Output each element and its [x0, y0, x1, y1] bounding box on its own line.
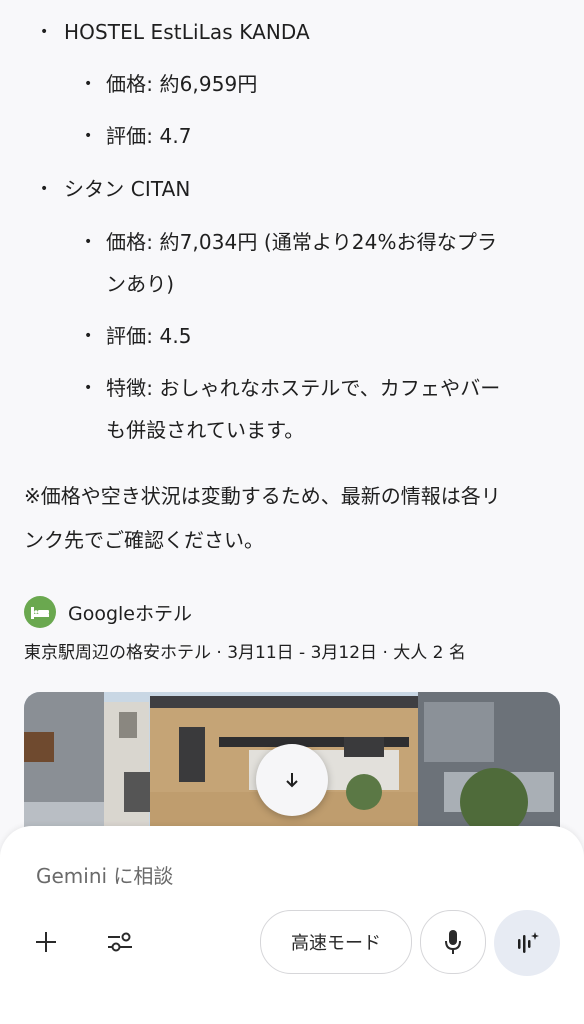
gemini-chat-screen: • HOSTEL EstLiLas KANDA • 価格: 約6,959円 • …: [0, 0, 584, 1024]
hostel-price: 価格: 約6,959円: [106, 72, 258, 96]
note-line2: ンク先でご確認ください。: [24, 528, 264, 552]
mode-label: 高速モード: [291, 933, 381, 954]
google-hotels-logo-icon: [24, 596, 56, 628]
google-hotels-title: Googleホテル: [68, 602, 193, 625]
tools-icon: [108, 932, 132, 952]
mic-icon: [445, 930, 461, 954]
hostel-name: シタン CITAN: [64, 177, 191, 201]
hostel-rating: 評価: 4.7: [106, 124, 192, 148]
hostel-rating: 評価: 4.5: [106, 324, 192, 348]
hostel-price-line1: 価格: 約7,034円 (通常より24%お得なプラ: [106, 230, 498, 254]
bullet: •: [40, 24, 49, 40]
bullet: •: [84, 380, 93, 396]
google-hotels-subtitle: 東京駅周辺の格安ホテル · 3月11日 - 3月12日 · 大人 2 名: [24, 643, 466, 663]
disclaimer-note: ※価格や空き状況は変動するため、最新の情報は各リ ンク先でご確認ください。: [24, 474, 564, 562]
composer-panel: Gemini に相談 高速モード: [0, 826, 584, 1024]
mic-button[interactable]: [420, 910, 486, 974]
hostel-feature-line1: 特徴: おしゃれなホステルで、カフェやバー: [106, 376, 501, 400]
arrow-down-icon: [286, 773, 298, 788]
bullet: •: [84, 128, 93, 144]
note-line1: ※価格や空き状況は変動するため、最新の情報は各リ: [24, 484, 501, 508]
bullet: •: [40, 181, 49, 197]
bullet: •: [84, 234, 93, 250]
scroll-down-button[interactable]: [256, 744, 328, 816]
bullet: •: [84, 76, 93, 92]
hostel-name: HOSTEL EstLiLas KANDA: [64, 20, 310, 44]
bullet: •: [84, 328, 93, 344]
hostel-feature-line2: も併設されています。: [106, 418, 305, 442]
tools-button[interactable]: [100, 922, 140, 962]
live-button[interactable]: [494, 910, 560, 976]
add-button[interactable]: [26, 922, 66, 962]
mode-selector-button[interactable]: 高速モード: [260, 910, 412, 974]
add-icon: [36, 932, 56, 952]
prompt-input[interactable]: Gemini に相談: [36, 860, 173, 889]
live-icon: [518, 932, 539, 953]
hostel-price-line2: ンあり): [106, 272, 175, 296]
google-hotels-header[interactable]: Googleホテル: [24, 592, 192, 632]
